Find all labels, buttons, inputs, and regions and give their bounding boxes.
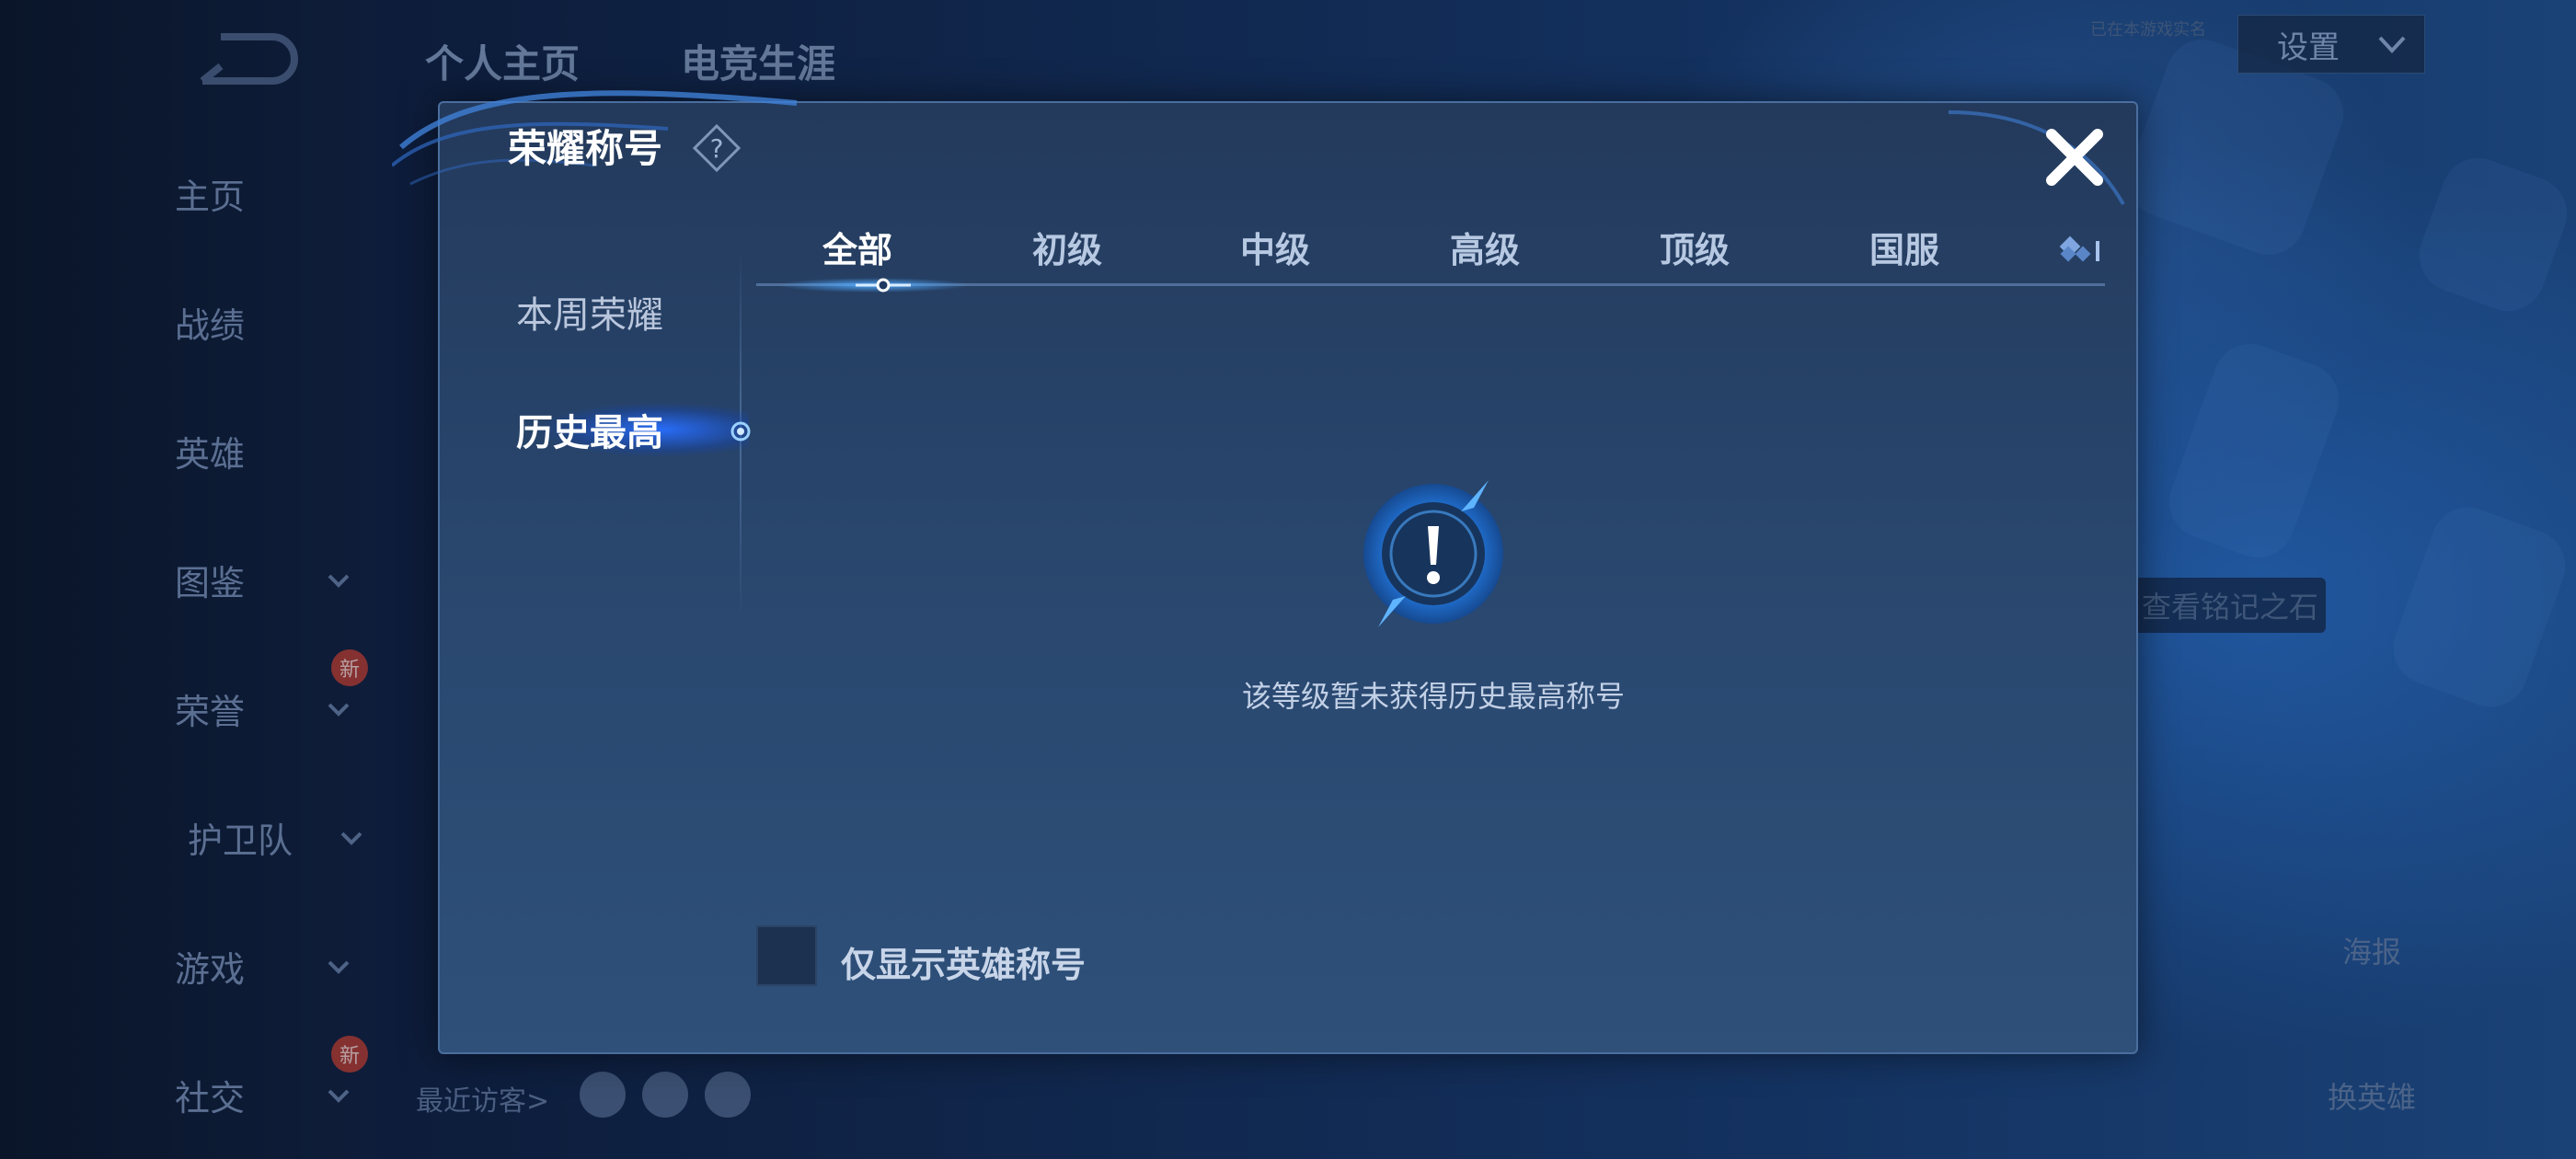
recent-visitors-label[interactable]: 最近访客> — [416, 1078, 549, 1119]
nav-item-honor[interactable]: 荣誉 新 — [175, 649, 377, 736]
tab-beginner[interactable]: 初级 — [994, 219, 1141, 274]
hero-titles-only-checkbox[interactable] — [756, 925, 817, 986]
back-arrow-icon[interactable] — [193, 29, 300, 86]
background-decoration — [2409, 147, 2576, 322]
nav-item-label: 战绩 — [175, 304, 246, 346]
chevron-down-icon — [328, 703, 350, 717]
modal-title: 荣耀称号 — [508, 126, 663, 171]
nav-item-label: 荣誉 — [175, 691, 246, 732]
tab-intermediate[interactable]: 中级 — [1202, 219, 1349, 274]
chevron-down-icon — [2378, 36, 2406, 53]
side-active-dot-icon — [730, 421, 751, 442]
empty-state-message: 该等级暂未获得历史最高称号 — [1241, 679, 1625, 714]
nav-item-home[interactable]: 主页 — [175, 166, 377, 221]
tab-personal-home[interactable]: 个人主页 — [425, 33, 580, 89]
nav-item-label: 游戏 — [175, 948, 246, 990]
nav-item-social[interactable]: 社交 新 — [175, 1036, 377, 1122]
side-item-weekly-honor[interactable]: 本周荣耀 — [440, 270, 740, 353]
nav-item-stats[interactable]: 战绩 — [175, 294, 377, 350]
chevron-down-icon — [328, 960, 350, 974]
new-badge: 新 — [331, 1036, 368, 1073]
honor-title-modal: 荣耀称号 ? 本周荣耀 历史最高 全部 初级 中级 高级 顶级 国服 该等级暂未… — [392, 90, 2138, 1054]
close-x-icon[interactable] — [2042, 125, 2107, 189]
nav-item-label: 护卫队 — [188, 820, 293, 861]
more-tabs-diamond-icon[interactable] — [2055, 232, 2103, 269]
background-decoration — [2383, 497, 2576, 717]
poster-label[interactable]: 海报 — [2342, 929, 2401, 971]
tab-advanced[interactable]: 高级 — [1411, 219, 1558, 274]
visitor-avatar[interactable] — [642, 1072, 688, 1118]
active-tab-marker-icon — [856, 278, 911, 293]
chevron-down-icon — [328, 574, 350, 588]
question-diamond-icon[interactable]: ? — [690, 121, 743, 175]
tab-top[interactable]: 顶级 — [1621, 219, 1768, 274]
chevron-down-icon — [340, 832, 362, 845]
side-item-historical-best[interactable]: 历史最高 — [440, 388, 740, 471]
exclamation-circle-icon — [1363, 480, 1503, 627]
nav-item-label: 主页 — [175, 176, 246, 217]
chevron-down-icon — [328, 1089, 350, 1103]
visitor-avatar[interactable] — [705, 1072, 751, 1118]
nav-item-codex[interactable]: 图鉴 — [175, 552, 377, 607]
settings-button[interactable]: 设置 — [2237, 15, 2425, 74]
new-badge: 新 — [331, 649, 368, 686]
hero-titles-only-label[interactable]: 仅显示英雄称号 — [841, 936, 1086, 987]
tab-all[interactable]: 全部 — [784, 219, 931, 274]
nav-item-heroes[interactable]: 英雄 — [175, 423, 377, 478]
tier-tabs: 全部 初级 中级 高级 顶级 国服 — [756, 219, 2110, 274]
nav-item-label: 社交 — [175, 1077, 246, 1119]
background-decoration — [2158, 333, 2350, 568]
tab-esports-career[interactable]: 电竞生涯 — [681, 33, 835, 89]
nav-item-guard[interactable]: 护卫队 — [188, 809, 390, 865]
visitor-avatar[interactable] — [580, 1072, 626, 1118]
nav-item-games[interactable]: 游戏 — [175, 938, 377, 993]
view-inscription-label: 查看铭记之石 — [2142, 590, 2319, 625]
nav-item-label: 图鉴 — [175, 562, 246, 603]
settings-label: 设置 — [2277, 29, 2340, 66]
nav-item-label: 英雄 — [175, 433, 246, 475]
svg-text:?: ? — [710, 133, 724, 164]
tab-national[interactable]: 国服 — [1831, 219, 1978, 274]
view-inscription-stone-button[interactable]: 查看铭记之石 — [2125, 578, 2326, 633]
change-hero-label[interactable]: 换英雄 — [2328, 1074, 2416, 1117]
realname-note: 已在本游戏实名 — [2090, 20, 2206, 40]
